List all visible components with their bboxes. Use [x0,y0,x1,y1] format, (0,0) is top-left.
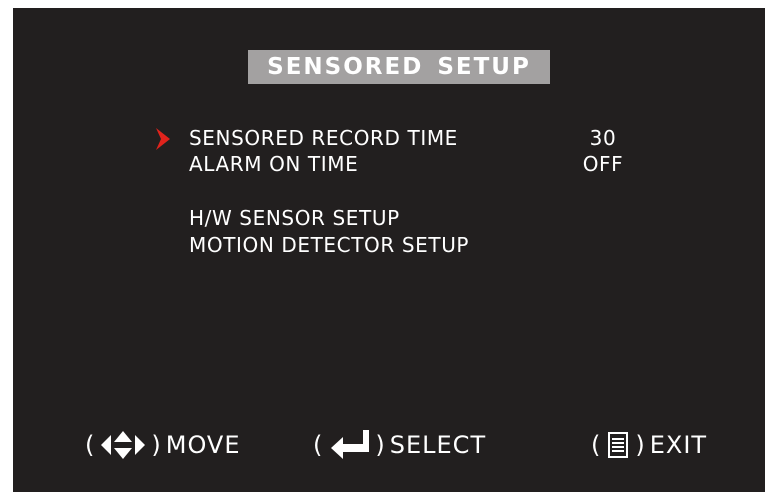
paren-close: ) [635,431,646,459]
menu-list-icon [608,432,629,458]
menu-item-label: H/W SENSOR SETUP [189,206,400,230]
footer-select-hint: ( ) SELECT [313,428,486,462]
enter-arrow-icon [331,430,370,459]
menu-item-label: MOTION DETECTOR SETUP [189,233,470,257]
footer-move-label: MOVE [165,431,241,459]
menu-title: SENSORED SETUP [248,50,550,84]
osd-screen: SENSORED SETUP SENSORED RECORD TIME 30 A… [13,8,765,492]
menu-item-value: OFF [582,152,624,176]
paren-open: ( [313,431,324,459]
menu-item-hw-sensor-setup[interactable]: H/W SENSOR SETUP [189,205,649,231]
paren-close: ) [151,431,162,459]
paren-open: ( [85,431,96,459]
menu-item-label: ALARM ON TIME [189,152,359,176]
menu-item-alarm-on-time[interactable]: ALARM ON TIME OFF [189,151,649,177]
menu-item-motion-detector-setup[interactable]: MOTION DETECTOR SETUP [189,232,649,258]
footer-move-hint: ( ) MOVE [85,428,241,462]
four-way-arrow-icon [101,431,146,459]
menu-item-label: SENSORED RECORD TIME [189,126,458,150]
menu-item-sensored-record-time[interactable]: SENSORED RECORD TIME 30 [189,125,649,151]
footer-select-label: SELECT [389,431,487,459]
footer-exit-label: EXIT [649,431,708,459]
menu-item-value: 30 [589,126,617,150]
paren-close: ) [375,431,386,459]
selection-cursor-icon [156,128,170,150]
paren-open: ( [591,431,602,459]
footer-exit-hint: ( ) EXIT [591,428,707,462]
